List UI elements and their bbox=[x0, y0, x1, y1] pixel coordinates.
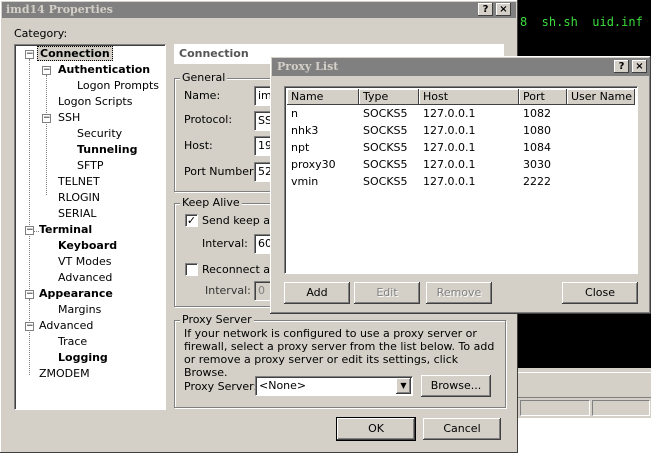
tree-item-serial[interactable]: SERIAL bbox=[58, 206, 96, 222]
cell-type: SOCKS5 bbox=[363, 124, 408, 137]
panel-title: Connection bbox=[179, 47, 249, 60]
category-label: Category: bbox=[14, 27, 68, 40]
dialog-title-bar[interactable]: imd14 Properties bbox=[2, 2, 516, 18]
host-label: Host: bbox=[184, 139, 213, 152]
tree-item-logon-scripts[interactable]: Logon Scripts bbox=[58, 94, 132, 110]
cell-port: 1084 bbox=[523, 141, 551, 154]
remove-button[interactable]: Remove bbox=[426, 282, 492, 304]
add-button[interactable]: Add bbox=[284, 282, 350, 304]
collapse-connection-icon[interactable]: − bbox=[25, 50, 34, 59]
cell-host: 127.0.0.1 bbox=[423, 158, 476, 171]
cell-port: 1080 bbox=[523, 124, 551, 137]
terminal-status-area bbox=[518, 368, 651, 453]
dialog-title: imd14 Properties bbox=[6, 3, 113, 16]
proxy-dialog-title: Proxy List bbox=[277, 60, 339, 73]
tree-item-logon-prompts[interactable]: Logon Prompts bbox=[77, 78, 159, 94]
cell-type: SOCKS5 bbox=[363, 141, 408, 154]
edit-button[interactable]: Edit bbox=[354, 282, 420, 304]
column-header-name[interactable]: Name bbox=[287, 89, 359, 105]
proxy-list-dialog: Proxy List ? × Name Type Host Port User … bbox=[270, 56, 651, 314]
proxy-description: If your network is configured to use a p… bbox=[184, 327, 495, 379]
tree-item-ssh[interactable]: SSH bbox=[58, 110, 80, 126]
column-header-type[interactable]: Type bbox=[359, 89, 419, 105]
tree-item-terminal[interactable]: Terminal bbox=[39, 222, 92, 238]
cell-port: 1082 bbox=[523, 107, 551, 120]
tree-item-vt-modes[interactable]: VT Modes bbox=[58, 254, 111, 270]
chevron-down-icon[interactable]: ▼ bbox=[396, 378, 411, 394]
tree-item-keyboard[interactable]: Keyboard bbox=[58, 238, 117, 254]
tree-item-security[interactable]: Security bbox=[77, 126, 122, 142]
close-button[interactable]: × bbox=[496, 3, 511, 16]
cell-type: SOCKS5 bbox=[363, 107, 408, 120]
cell-port: 3030 bbox=[523, 158, 551, 171]
cell-host: 127.0.0.1 bbox=[423, 141, 476, 154]
category-tree[interactable]: − Connection − Authentication Logon Prom… bbox=[14, 44, 166, 410]
proxy-server-group-label: Proxy Server bbox=[180, 313, 254, 326]
cell-type: SOCKS5 bbox=[363, 175, 408, 188]
general-group-label: General bbox=[180, 71, 228, 84]
tree-item-connection[interactable]: Connection bbox=[37, 46, 113, 62]
close-dialog-button[interactable]: Close bbox=[562, 282, 638, 304]
cell-name: npt bbox=[291, 141, 310, 154]
tree-item-trace[interactable]: Trace bbox=[58, 334, 87, 350]
name-label: Name: bbox=[184, 89, 221, 102]
reconnect-checkbox[interactable] bbox=[185, 263, 198, 276]
port-label: Port Number: bbox=[184, 165, 258, 178]
cell-host: 127.0.0.1 bbox=[423, 107, 476, 120]
proxy-close-icon[interactable]: × bbox=[632, 60, 647, 73]
cell-host: 127.0.0.1 bbox=[423, 124, 476, 137]
protocol-label: Protocol: bbox=[184, 113, 233, 126]
reconnect-label: Reconnect au bbox=[202, 263, 277, 276]
keepalive-interval-label: Interval: bbox=[202, 237, 248, 250]
proxy-server-value: <None> bbox=[259, 379, 307, 392]
terminal-output: 8 sh.sh uid.inf bbox=[520, 15, 643, 29]
tree-item-tunneling[interactable]: Tunneling bbox=[77, 142, 138, 158]
tree-item-appearance[interactable]: Appearance bbox=[39, 286, 113, 302]
column-header-host[interactable]: Host bbox=[419, 89, 519, 105]
send-keepalive-checkbox[interactable]: ✓ bbox=[185, 214, 198, 227]
tree-item-terminal-advanced[interactable]: Advanced bbox=[58, 270, 112, 286]
tree-item-authentication[interactable]: Authentication bbox=[58, 62, 150, 78]
tree-item-sftp[interactable]: SFTP bbox=[77, 158, 103, 174]
cell-host: 127.0.0.1 bbox=[423, 175, 476, 188]
keep-alive-group-label: Keep Alive bbox=[180, 196, 242, 209]
proxy-help-button[interactable]: ? bbox=[614, 60, 629, 73]
column-header-port[interactable]: Port bbox=[519, 89, 567, 105]
ok-button[interactable]: OK bbox=[336, 417, 416, 441]
collapse-ssh-icon[interactable]: − bbox=[42, 114, 51, 123]
tree-item-advanced[interactable]: Advanced bbox=[39, 318, 93, 334]
collapse-terminal-icon[interactable]: − bbox=[25, 226, 34, 235]
cell-name: vmin bbox=[291, 175, 319, 188]
collapse-appearance-icon[interactable]: − bbox=[25, 290, 34, 299]
proxy-server-label: Proxy Server: bbox=[184, 380, 258, 393]
tree-item-logging[interactable]: Logging bbox=[58, 350, 108, 366]
cell-name: nhk3 bbox=[291, 124, 319, 137]
tree-item-margins[interactable]: Margins bbox=[58, 302, 101, 318]
column-header-user-name[interactable]: User Name bbox=[567, 89, 635, 105]
collapse-authentication-icon[interactable]: − bbox=[42, 66, 51, 75]
tree-item-rlogin[interactable]: RLOGIN bbox=[58, 190, 100, 206]
cell-name: n bbox=[291, 107, 298, 120]
cell-name: proxy30 bbox=[291, 158, 336, 171]
browse-button[interactable]: Browse... bbox=[421, 375, 491, 397]
help-button[interactable]: ? bbox=[478, 3, 493, 16]
tree-item-telnet[interactable]: TELNET bbox=[58, 174, 100, 190]
cell-port: 2222 bbox=[523, 175, 551, 188]
tree-item-zmodem[interactable]: ZMODEM bbox=[39, 366, 90, 382]
cancel-button[interactable]: Cancel bbox=[423, 418, 501, 440]
proxy-list-view[interactable]: Name Type Host Port User Name n SOCKS5 1… bbox=[284, 86, 638, 274]
proxy-server-select[interactable]: <None> ▼ bbox=[255, 376, 413, 396]
collapse-advanced-icon[interactable]: − bbox=[25, 322, 34, 331]
reconnect-interval-label: Interval: bbox=[205, 284, 251, 297]
cell-type: SOCKS5 bbox=[363, 158, 408, 171]
proxy-dialog-title-bar[interactable]: Proxy List bbox=[272, 58, 649, 76]
